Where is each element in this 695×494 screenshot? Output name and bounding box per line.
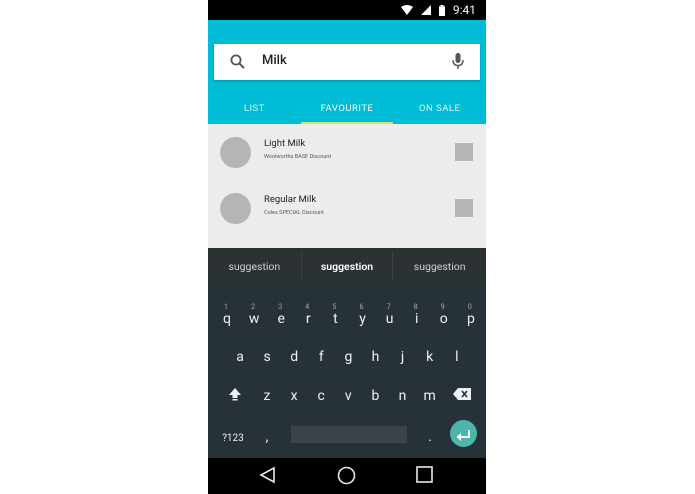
key-label: m (423, 388, 436, 404)
suggestion-left[interactable]: suggestion (208, 260, 301, 273)
key-label: v (344, 388, 352, 404)
battery-icon (438, 4, 445, 16)
search-bar[interactable]: Milk (214, 44, 480, 80)
key-label: g (344, 349, 353, 365)
key-c[interactable]: c (310, 387, 332, 405)
enter-key[interactable] (450, 420, 477, 447)
key-label: h (371, 349, 380, 365)
suggestion-right[interactable]: suggestion (393, 260, 486, 273)
key-label: c (317, 388, 325, 404)
item-title: Light Milk (264, 138, 306, 149)
comma-key[interactable]: , (256, 428, 278, 446)
key-label: l (455, 349, 459, 365)
key-s[interactable]: s (256, 348, 278, 366)
key-label: s (263, 349, 271, 365)
key-v[interactable]: v (337, 387, 359, 405)
app-bar: Milk LIST FAVOURITE ON SALE (208, 20, 486, 124)
list-item[interactable]: Regular Milk Coles SPECIAL Discount (208, 180, 486, 236)
tab-on-sale[interactable]: ON SALE (393, 98, 486, 124)
signal-icon (420, 5, 431, 15)
key-label: z (263, 388, 271, 404)
key-k[interactable]: k (419, 348, 441, 366)
suggestion-strip: suggestion suggestion suggestion (208, 248, 486, 284)
key-label: a (236, 349, 244, 365)
search-input[interactable]: Milk (262, 53, 287, 68)
key-label: j (400, 349, 405, 365)
key-q[interactable]: q1 (216, 303, 238, 328)
enter-icon (456, 427, 471, 446)
navigation-bar (208, 458, 486, 494)
clock-text: 9:41 (452, 3, 476, 17)
key-hint: 6 (359, 303, 364, 311)
key-hint: 3 (278, 303, 283, 311)
key-x[interactable]: x (283, 387, 305, 405)
key-u[interactable]: u7 (379, 303, 401, 328)
key-m[interactable]: m (419, 387, 441, 405)
key-i[interactable]: i8 (406, 303, 428, 328)
key-d[interactable]: d (283, 348, 305, 366)
shift-icon (228, 388, 242, 405)
back-icon[interactable] (259, 466, 277, 488)
key-b[interactable]: b (364, 387, 386, 405)
key-hint: 1 (224, 303, 228, 311)
key-p[interactable]: p0 (460, 303, 482, 328)
key-label: b (371, 388, 380, 404)
key-hint: 8 (413, 303, 418, 311)
phone-screen: 9:41 Milk LIST FAVOURITE ON SALE Light M… (208, 0, 486, 494)
avatar (220, 193, 251, 224)
period-key[interactable]: . (419, 428, 441, 446)
key-y[interactable]: y6 (352, 303, 374, 328)
list-item[interactable]: Light Milk Woolworths BASE Discount (208, 124, 486, 180)
key-z[interactable]: z (256, 387, 278, 405)
item-subtitle: Coles SPECIAL Discount (264, 210, 324, 216)
status-bar: 9:41 (208, 0, 486, 20)
symbols-key[interactable]: ?123 (218, 430, 248, 448)
key-label: k (426, 349, 434, 365)
key-label: f (318, 349, 324, 365)
backspace-icon (453, 388, 471, 404)
key-r[interactable]: r4 (297, 303, 319, 328)
space-key[interactable] (291, 426, 407, 443)
key-f[interactable]: f (310, 348, 332, 366)
product-list: Light Milk Woolworths BASE Discount Regu… (208, 124, 486, 248)
wifi-icon (400, 5, 413, 15)
shift-key[interactable] (224, 387, 246, 406)
backspace-key[interactable] (450, 387, 474, 405)
key-t[interactable]: t5 (324, 303, 346, 328)
key-hint: 7 (386, 303, 391, 311)
item-checkbox[interactable] (455, 199, 473, 217)
key-j[interactable]: j (392, 348, 414, 366)
key-n[interactable]: n (392, 387, 414, 405)
item-checkbox[interactable] (455, 143, 473, 161)
key-w[interactable]: w2 (243, 303, 265, 328)
key-hint: 9 (440, 303, 445, 311)
recents-icon[interactable] (416, 466, 433, 487)
key-g[interactable]: g (337, 348, 359, 366)
key-h[interactable]: h (365, 348, 387, 366)
item-subtitle: Woolworths BASE Discount (264, 154, 332, 160)
tab-favourite[interactable]: FAVOURITE (300, 98, 394, 124)
tab-list[interactable]: LIST (208, 98, 301, 124)
key-a[interactable]: a (229, 348, 251, 366)
key-hint: 4 (305, 303, 310, 311)
key-hint: 0 (467, 303, 472, 311)
tab-bar: LIST FAVOURITE ON SALE (208, 98, 486, 124)
keyboard: ?123 , . q1w2e3r4t5y6u7i8o9p0 a s d f g h j k l z x… (208, 284, 486, 458)
key-o[interactable]: o9 (433, 303, 455, 328)
key-label: d (290, 349, 299, 365)
avatar (220, 137, 251, 168)
key-l[interactable]: l (446, 348, 468, 366)
search-icon[interactable] (230, 54, 245, 73)
key-e[interactable]: e3 (270, 303, 292, 328)
key-label: n (398, 388, 407, 404)
key-hint: 2 (251, 303, 256, 311)
home-icon[interactable] (337, 466, 356, 489)
mic-icon[interactable] (452, 53, 464, 74)
item-title: Regular Milk (264, 194, 317, 205)
key-label: x (290, 388, 298, 404)
key-hint: 5 (332, 303, 337, 311)
suggestion-middle[interactable]: suggestion (300, 251, 394, 280)
